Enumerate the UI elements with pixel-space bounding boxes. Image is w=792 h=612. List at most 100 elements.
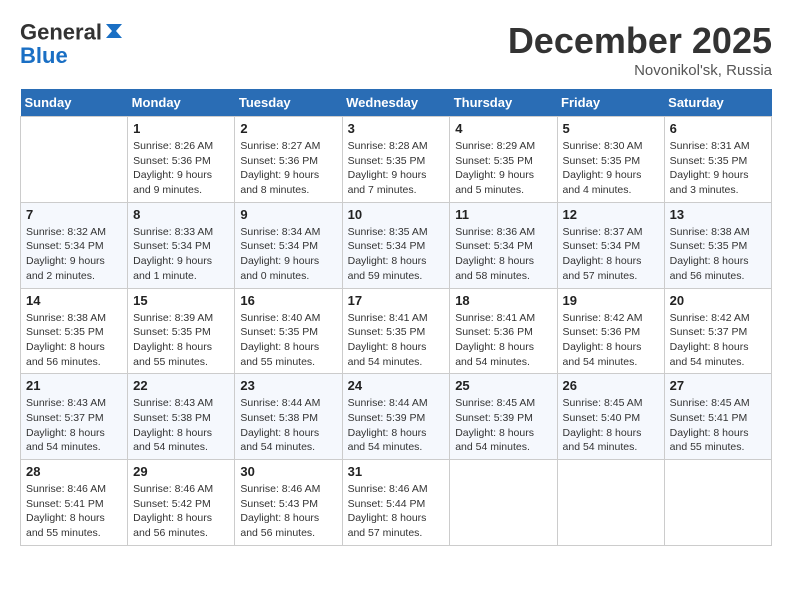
day-number: 16 <box>240 293 336 308</box>
day-number: 13 <box>670 207 766 222</box>
day-cell: 4 Sunrise: 8:29 AMSunset: 5:35 PMDaylight… <box>450 117 557 203</box>
day-cell: 30Sunrise: 8:46 AMSunset: 5:43 PMDayligh… <box>235 460 342 546</box>
day-info: Sunrise: 8:41 AMSunset: 5:36 PMDaylight:… <box>455 311 551 370</box>
day-info: Sunrise: 8:41 AMSunset: 5:35 PMDaylight:… <box>348 311 445 370</box>
day-info: Sunrise: 8:33 AMSunset: 5:34 PMDaylight:… <box>133 225 229 284</box>
header-saturday: Saturday <box>664 89 771 117</box>
day-cell: 20 Sunrise: 8:42 AMSunset: 5:37 PMDayligh… <box>664 288 771 374</box>
day-info: Sunrise: 8:28 AMSunset: 5:35 PMDaylight:… <box>348 139 445 198</box>
header-wednesday: Wednesday <box>342 89 450 117</box>
day-info: Sunrise: 8:45 AMSunset: 5:40 PMDaylight:… <box>563 396 659 455</box>
day-info: Sunrise: 8:45 AMSunset: 5:41 PMDaylight:… <box>670 396 766 455</box>
header-sunday: Sunday <box>21 89 128 117</box>
day-cell: 6 Sunrise: 8:31 AMSunset: 5:35 PMDaylight… <box>664 117 771 203</box>
day-number: 18 <box>455 293 551 308</box>
day-cell: 12Sunrise: 8:37 AMSunset: 5:34 PMDayligh… <box>557 202 664 288</box>
day-cell: 17Sunrise: 8:41 AMSunset: 5:35 PMDayligh… <box>342 288 450 374</box>
header-friday: Friday <box>557 89 664 117</box>
day-number: 2 <box>240 121 336 136</box>
day-number: 29 <box>133 464 229 479</box>
day-info: Sunrise: 8:36 AMSunset: 5:34 PMDaylight:… <box>455 225 551 284</box>
day-cell <box>664 460 771 546</box>
day-info: Sunrise: 8:43 AMSunset: 5:38 PMDaylight:… <box>133 396 229 455</box>
day-number: 3 <box>348 121 445 136</box>
day-info: Sunrise: 8:40 AMSunset: 5:35 PMDaylight:… <box>240 311 336 370</box>
day-number: 5 <box>563 121 659 136</box>
day-cell: 24 Sunrise: 8:44 AMSunset: 5:39 PMDayligh… <box>342 374 450 460</box>
day-number: 7 <box>26 207 122 222</box>
day-number: 27 <box>670 378 766 393</box>
header-thursday: Thursday <box>450 89 557 117</box>
day-cell: 11 Sunrise: 8:36 AMSunset: 5:34 PMDayligh… <box>450 202 557 288</box>
day-number: 22 <box>133 378 229 393</box>
day-cell: 14 Sunrise: 8:38 AMSunset: 5:35 PMDayligh… <box>21 288 128 374</box>
day-info: Sunrise: 8:44 AMSunset: 5:38 PMDaylight:… <box>240 396 336 455</box>
day-number: 23 <box>240 378 336 393</box>
day-cell <box>21 117 128 203</box>
day-cell: 1Sunrise: 8:26 AMSunset: 5:36 PMDaylight… <box>128 117 235 203</box>
day-cell: 2 Sunrise: 8:27 AMSunset: 5:36 PMDaylight… <box>235 117 342 203</box>
day-number: 31 <box>348 464 445 479</box>
calendar-header-row: SundayMondayTuesdayWednesdayThursdayFrid… <box>21 89 772 117</box>
day-info: Sunrise: 8:43 AMSunset: 5:37 PMDaylight:… <box>26 396 122 455</box>
location: Novonikol'sk, Russia <box>508 62 772 79</box>
day-number: 12 <box>563 207 659 222</box>
day-number: 11 <box>455 207 551 222</box>
day-cell: 28Sunrise: 8:46 AMSunset: 5:41 PMDayligh… <box>21 460 128 546</box>
day-number: 19 <box>563 293 659 308</box>
day-cell: 19 Sunrise: 8:42 AMSunset: 5:36 PMDayligh… <box>557 288 664 374</box>
week-row-4: 21 Sunrise: 8:43 AMSunset: 5:37 PMDayligh… <box>21 374 772 460</box>
day-number: 26 <box>563 378 659 393</box>
day-number: 10 <box>348 207 445 222</box>
day-info: Sunrise: 8:27 AMSunset: 5:36 PMDaylight:… <box>240 139 336 198</box>
week-row-1: 1Sunrise: 8:26 AMSunset: 5:36 PMDaylight… <box>21 117 772 203</box>
day-info: Sunrise: 8:46 AMSunset: 5:42 PMDaylight:… <box>133 482 229 541</box>
week-row-3: 14 Sunrise: 8:38 AMSunset: 5:35 PMDayligh… <box>21 288 772 374</box>
day-number: 30 <box>240 464 336 479</box>
week-row-5: 28Sunrise: 8:46 AMSunset: 5:41 PMDayligh… <box>21 460 772 546</box>
day-info: Sunrise: 8:42 AMSunset: 5:36 PMDaylight:… <box>563 311 659 370</box>
day-cell: 7 Sunrise: 8:32 AMSunset: 5:34 PMDaylight… <box>21 202 128 288</box>
day-number: 4 <box>455 121 551 136</box>
day-cell: 8Sunrise: 8:33 AMSunset: 5:34 PMDaylight… <box>128 202 235 288</box>
day-number: 21 <box>26 378 122 393</box>
day-cell: 13Sunrise: 8:38 AMSunset: 5:35 PMDayligh… <box>664 202 771 288</box>
page-header: General Blue December 2025 Novonikol'sk,… <box>20 20 772 79</box>
day-number: 24 <box>348 378 445 393</box>
week-row-2: 7 Sunrise: 8:32 AMSunset: 5:34 PMDaylight… <box>21 202 772 288</box>
day-number: 14 <box>26 293 122 308</box>
day-cell: 22 Sunrise: 8:43 AMSunset: 5:38 PMDayligh… <box>128 374 235 460</box>
day-info: Sunrise: 8:31 AMSunset: 5:35 PMDaylight:… <box>670 139 766 198</box>
day-number: 6 <box>670 121 766 136</box>
logo-general: General <box>20 19 102 44</box>
day-info: Sunrise: 8:29 AMSunset: 5:35 PMDaylight:… <box>455 139 551 198</box>
day-number: 15 <box>133 293 229 308</box>
day-info: Sunrise: 8:34 AMSunset: 5:34 PMDaylight:… <box>240 225 336 284</box>
day-cell <box>557 460 664 546</box>
day-number: 28 <box>26 464 122 479</box>
day-info: Sunrise: 8:35 AMSunset: 5:34 PMDaylight:… <box>348 225 445 284</box>
day-number: 25 <box>455 378 551 393</box>
header-tuesday: Tuesday <box>235 89 342 117</box>
day-info: Sunrise: 8:42 AMSunset: 5:37 PMDaylight:… <box>670 311 766 370</box>
day-cell: 26 Sunrise: 8:45 AMSunset: 5:40 PMDayligh… <box>557 374 664 460</box>
day-cell: 29 Sunrise: 8:46 AMSunset: 5:42 PMDayligh… <box>128 460 235 546</box>
calendar-table: SundayMondayTuesdayWednesdayThursdayFrid… <box>20 89 772 546</box>
day-cell <box>450 460 557 546</box>
day-info: Sunrise: 8:45 AMSunset: 5:39 PMDaylight:… <box>455 396 551 455</box>
title-area: December 2025 Novonikol'sk, Russia <box>508 20 772 79</box>
day-number: 9 <box>240 207 336 222</box>
day-cell: 10 Sunrise: 8:35 AMSunset: 5:34 PMDayligh… <box>342 202 450 288</box>
day-cell: 21 Sunrise: 8:43 AMSunset: 5:37 PMDayligh… <box>21 374 128 460</box>
day-cell: 31Sunrise: 8:46 AMSunset: 5:44 PMDayligh… <box>342 460 450 546</box>
logo-blue: Blue <box>20 43 68 68</box>
day-cell: 5Sunrise: 8:30 AMSunset: 5:35 PMDaylight… <box>557 117 664 203</box>
day-info: Sunrise: 8:44 AMSunset: 5:39 PMDaylight:… <box>348 396 445 455</box>
day-cell: 25 Sunrise: 8:45 AMSunset: 5:39 PMDayligh… <box>450 374 557 460</box>
day-cell: 27 Sunrise: 8:45 AMSunset: 5:41 PMDayligh… <box>664 374 771 460</box>
day-cell: 15Sunrise: 8:39 AMSunset: 5:35 PMDayligh… <box>128 288 235 374</box>
day-number: 20 <box>670 293 766 308</box>
day-info: Sunrise: 8:32 AMSunset: 5:34 PMDaylight:… <box>26 225 122 284</box>
logo: General Blue <box>20 20 126 69</box>
day-info: Sunrise: 8:38 AMSunset: 5:35 PMDaylight:… <box>26 311 122 370</box>
